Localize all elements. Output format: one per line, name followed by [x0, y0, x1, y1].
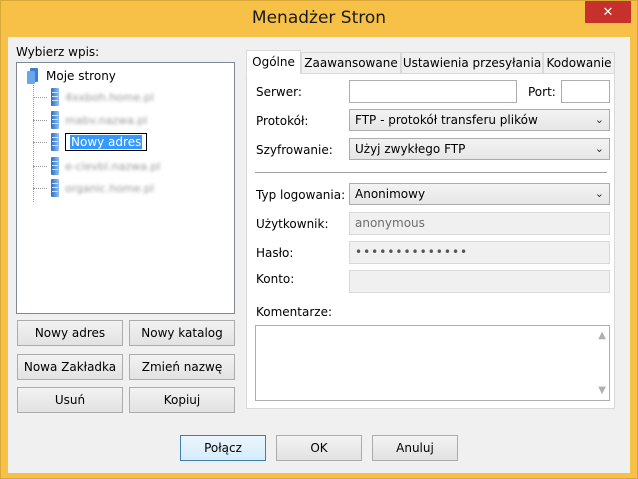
server-icon — [51, 133, 59, 151]
delete-button[interactable]: Usuń — [17, 387, 123, 413]
title-bar: Menadżer Stron ✕ — [1, 1, 637, 37]
connect-button[interactable]: Połącz — [180, 435, 266, 461]
scroll-down-icon[interactable]: ▼ — [598, 385, 606, 396]
site-manager-window: Menadżer Stron ✕ Wybierz wpis: Moje stro… — [0, 0, 638, 479]
chevron-down-icon: ⌄ — [594, 187, 604, 200]
dialog-body: Wybierz wpis: Moje strony 4xxboh.home.pl… — [8, 37, 630, 473]
copy-button[interactable]: Kopiuj — [129, 387, 235, 413]
tree-item-label: 4xxboh.home.pl — [65, 90, 154, 104]
user-label: Użytkownik: — [256, 217, 329, 231]
tree-item[interactable]: 4xxboh.home.pl — [33, 86, 154, 108]
server-input[interactable] — [349, 80, 517, 103]
general-tab-panel: Serwer: Port: Protokół: FTP - protokół t… — [246, 73, 615, 409]
rename-input[interactable]: Nowy adres — [65, 133, 148, 151]
encryption-label: Szyfrowanie: — [256, 143, 333, 157]
comments-label: Komentarze: — [256, 305, 333, 319]
close-button[interactable]: ✕ — [585, 1, 631, 23]
protocol-label: Protokół: — [256, 114, 309, 128]
new-bookmark-button[interactable]: Nowa Zakładka — [17, 354, 123, 380]
select-entry-label: Wybierz wpis: — [16, 45, 100, 59]
server-icon — [51, 88, 59, 106]
scroll-up-icon[interactable]: ▲ — [598, 330, 606, 341]
new-site-button[interactable]: Nowy adres — [17, 320, 123, 346]
tree-item[interactable]: organic.home.pl — [33, 177, 154, 199]
protocol-value: FTP - protokół transferu plików — [355, 113, 538, 127]
tree-root-my-sites[interactable]: Moje strony — [27, 68, 116, 84]
port-label: Port: — [528, 85, 556, 99]
tab-advanced[interactable]: Zaawansowane — [301, 52, 401, 73]
tab-charset[interactable]: Kodowanie — [543, 52, 615, 73]
encryption-select[interactable]: Użyj zwykłego FTP ⌄ — [349, 138, 610, 160]
rename-selection: Nowy adres — [70, 135, 143, 149]
server-icon — [51, 111, 59, 129]
tab-transfer-settings[interactable]: Ustawienia przesyłania — [401, 52, 543, 73]
ok-button[interactable]: OK — [276, 435, 362, 461]
protocol-select[interactable]: FTP - protokół transferu plików ⌄ — [349, 109, 610, 131]
chevron-down-icon: ⌄ — [594, 113, 604, 126]
folder-icon — [27, 68, 41, 84]
logon-type-label: Typ logowania: — [256, 188, 346, 202]
window-title: Menadżer Stron — [251, 8, 387, 28]
logon-type-value: Anonimowy — [355, 187, 426, 201]
cancel-button[interactable]: Anuluj — [372, 435, 458, 461]
tree-item[interactable]: mabv.nazwa.pl — [33, 109, 147, 131]
chevron-down-icon: ⌄ — [594, 142, 604, 155]
tree-item[interactable]: e-clevbl.nazwa.pl — [33, 155, 160, 177]
rename-button[interactable]: Zmień nazwę — [129, 354, 235, 380]
user-input[interactable]: anonymous — [349, 212, 610, 235]
tree-item-label: organic.home.pl — [65, 181, 155, 195]
server-icon — [51, 157, 59, 175]
tree-root-label: Moje strony — [46, 69, 116, 83]
logon-type-select[interactable]: Anonimowy ⌄ — [349, 183, 610, 205]
port-input[interactable] — [561, 80, 610, 103]
tab-general[interactable]: Ogólne — [246, 50, 301, 74]
tree-item-editing[interactable]: Nowy adres — [33, 131, 148, 153]
tree-item-label: mabv.nazwa.pl — [65, 113, 148, 127]
new-folder-button[interactable]: Nowy katalog — [129, 320, 235, 346]
server-label: Serwer: — [256, 85, 302, 99]
account-label: Konto: — [256, 272, 295, 286]
account-input[interactable] — [349, 270, 610, 293]
encryption-value: Użyj zwykłego FTP — [355, 142, 466, 156]
server-icon — [51, 179, 59, 197]
comments-textarea[interactable]: ▲ ▼ — [255, 325, 610, 401]
separator — [255, 172, 607, 173]
password-label: Hasło: — [256, 246, 294, 260]
password-input[interactable]: •••••••••••••• — [349, 241, 610, 264]
site-tree[interactable]: Moje strony 4xxboh.home.pl mabv.nazwa.pl… — [16, 62, 235, 314]
close-icon: ✕ — [602, 4, 614, 20]
tree-item-label: e-clevbl.nazwa.pl — [65, 159, 161, 173]
